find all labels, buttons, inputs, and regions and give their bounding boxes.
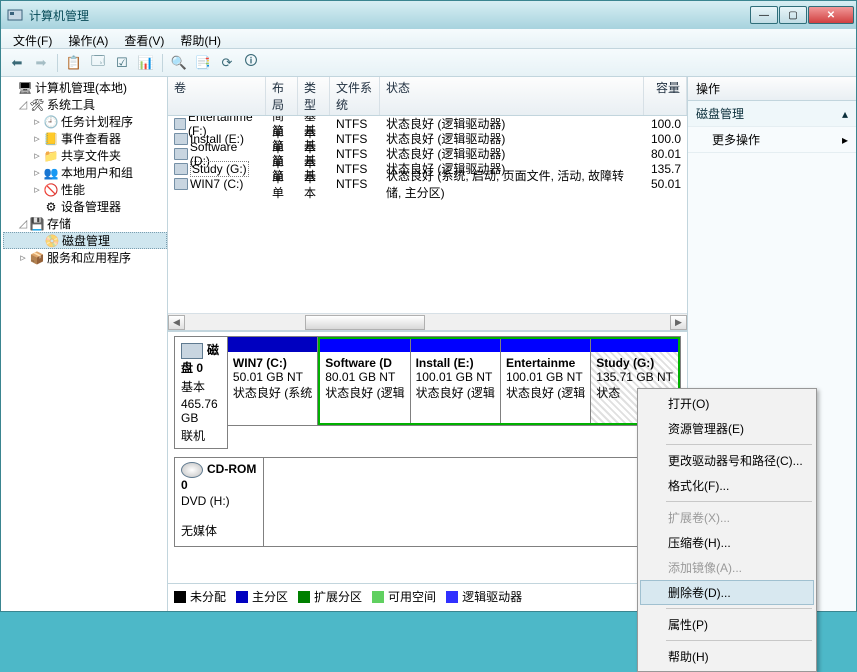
center-panel: 卷 布局 类型 文件系统 状态 容量 Entertainme (F:)简单基本N… [168,77,688,611]
tree-root[interactable]: 🖥计算机管理(本地) [3,79,167,96]
volume-rows[interactable]: Entertainme (F:)简单基本NTFS状态良好 (逻辑驱动器)100.… [168,116,687,313]
extended-partition: Software (D 80.01 GB NT 状态良好 (逻辑 Install… [318,337,680,425]
tool-button-1[interactable]: ☑ [112,53,132,73]
back-button[interactable]: ⬅ [7,53,27,73]
menu-help[interactable]: 帮助(H) [172,29,229,48]
tool-button-4[interactable]: ⟳ [217,53,237,73]
forward-button[interactable]: ➡ [31,53,51,73]
col-capacity[interactable]: 容量 [644,77,687,115]
up-button[interactable]: 📋 [64,53,84,73]
menu-action[interactable]: 操作(A) [60,29,116,48]
tree-localusers[interactable]: ▹👥本地用户和组 [3,164,167,181]
app-icon [7,7,23,23]
tree-systools[interactable]: ◿🛠系统工具 [3,96,167,113]
maximize-button[interactable]: ▢ [779,6,807,24]
partition-f[interactable]: Entertainme 100.01 GB NT 状态良好 (逻辑 [501,339,591,423]
col-layout[interactable]: 布局 [266,77,298,115]
actions-header: 操作 [688,77,856,101]
volume-list: 卷 布局 类型 文件系统 状态 容量 Entertainme (F:)简单基本N… [168,77,687,332]
tool-button-3[interactable]: 📑 [193,53,213,73]
actions-more[interactable]: 更多操作▸ [688,127,856,153]
close-button[interactable]: ✕ [808,6,854,24]
cdrom-info[interactable]: CD-ROM 0 DVD (H:) 无媒体 [174,457,264,547]
partition-c[interactable]: WIN7 (C:) 50.01 GB NT 状态良好 (系统 [228,337,318,425]
legend: 未分配 主分区 扩展分区 可用空间 逻辑驱动器 [168,583,687,611]
partition-d[interactable]: Software (D 80.01 GB NT 状态良好 (逻辑 [320,339,410,423]
help-button[interactable]: 🛈 [241,53,261,73]
column-headers[interactable]: 卷 布局 类型 文件系统 状态 容量 [168,77,687,116]
col-type[interactable]: 类型 [298,77,330,115]
volume-icon [174,178,188,190]
collapse-icon[interactable]: ▴ [842,107,848,121]
disk-0-row: 磁盘 0 基本 465.76 GB 联机 WIN7 (C:) 50.01 GB … [174,336,681,449]
props-button[interactable]: 🗔 [88,53,108,73]
ctx-explorer[interactable]: 资源管理器(E) [640,416,814,441]
titlebar[interactable]: 计算机管理 — ▢ ✕ [1,1,856,29]
minimize-button[interactable]: — [750,6,778,24]
h-scrollbar[interactable]: ◀ ▶ [168,313,687,330]
table-row[interactable]: WIN7 (C:)简单基本NTFS状态良好 (系统, 启动, 页面文件, 活动,… [168,176,687,191]
toolbar: ⬅ ➡ 📋 🗔 ☑ 📊 🔍 📑 ⟳ 🛈 [1,49,856,77]
table-row[interactable]: Entertainme (F:)简单基本NTFS状态良好 (逻辑驱动器)100.… [168,116,687,131]
nav-tree[interactable]: 🖥计算机管理(本地) ◿🛠系统工具 ▹🕘任务计划程序 ▹📒事件查看器 ▹📁共享文… [1,77,168,611]
table-row[interactable]: Software (D:)简单基本NTFS状态良好 (逻辑驱动器)80.01 [168,146,687,161]
ctx-help[interactable]: 帮助(H) [640,644,814,669]
ctx-extend: 扩展卷(X)... [640,505,814,530]
cdrom-empty [264,457,681,547]
actions-section-title[interactable]: 磁盘管理▴ [688,101,856,127]
ctx-add-mirror: 添加镜像(A)... [640,555,814,580]
cdrom-icon [181,462,203,478]
tree-storage[interactable]: ◿💾存储 [3,215,167,232]
volume-icon [174,118,186,130]
disk-0-partitions: WIN7 (C:) 50.01 GB NT 状态良好 (系统 Software … [228,336,681,426]
menu-file[interactable]: 文件(F) [5,29,60,48]
tree-devmgr[interactable]: ⚙设备管理器 [3,198,167,215]
menu-view[interactable]: 查看(V) [116,29,172,48]
cdrom-row: CD-ROM 0 DVD (H:) 无媒体 [174,457,681,547]
disk-0-info[interactable]: 磁盘 0 基本 465.76 GB 联机 [174,336,228,449]
tree-scheduler[interactable]: ▹🕘任务计划程序 [3,113,167,130]
disk-graphical: 磁盘 0 基本 465.76 GB 联机 WIN7 (C:) 50.01 GB … [168,332,687,583]
chevron-right-icon: ▸ [842,133,848,147]
col-volume[interactable]: 卷 [168,77,266,115]
refresh-button[interactable]: 🔍 [169,53,189,73]
ctx-open[interactable]: 打开(O) [640,391,814,416]
tree-sharedfolders[interactable]: ▹📁共享文件夹 [3,147,167,164]
partition-e[interactable]: Install (E:) 100.01 GB NT 状态良好 (逻辑 [411,339,501,423]
col-fs[interactable]: 文件系统 [330,77,380,115]
scroll-right-button[interactable]: ▶ [670,315,687,330]
menubar: 文件(F) 操作(A) 查看(V) 帮助(H) [1,29,856,49]
volume-icon [174,163,188,175]
tree-performance[interactable]: ▹🚫性能 [3,181,167,198]
ctx-properties[interactable]: 属性(P) [640,612,814,637]
ctx-delete-volume[interactable]: 删除卷(D)... [640,580,814,605]
disk-icon [181,343,203,359]
col-status[interactable]: 状态 [380,77,644,115]
tool-button-2[interactable]: 📊 [136,53,156,73]
scroll-thumb[interactable] [305,315,425,330]
context-menu: 打开(O) 资源管理器(E) 更改驱动器号和路径(C)... 格式化(F)...… [637,388,817,672]
tree-diskmgmt[interactable]: 📀磁盘管理 [3,232,167,249]
window-title: 计算机管理 [29,7,750,24]
tree-services[interactable]: ▹📦服务和应用程序 [3,249,167,266]
tree-eventviewer[interactable]: ▹📒事件查看器 [3,130,167,147]
ctx-format[interactable]: 格式化(F)... [640,473,814,498]
volume-icon [174,148,188,160]
scroll-left-button[interactable]: ◀ [168,315,185,330]
ctx-change-letter[interactable]: 更改驱动器号和路径(C)... [640,448,814,473]
ctx-shrink[interactable]: 压缩卷(H)... [640,530,814,555]
